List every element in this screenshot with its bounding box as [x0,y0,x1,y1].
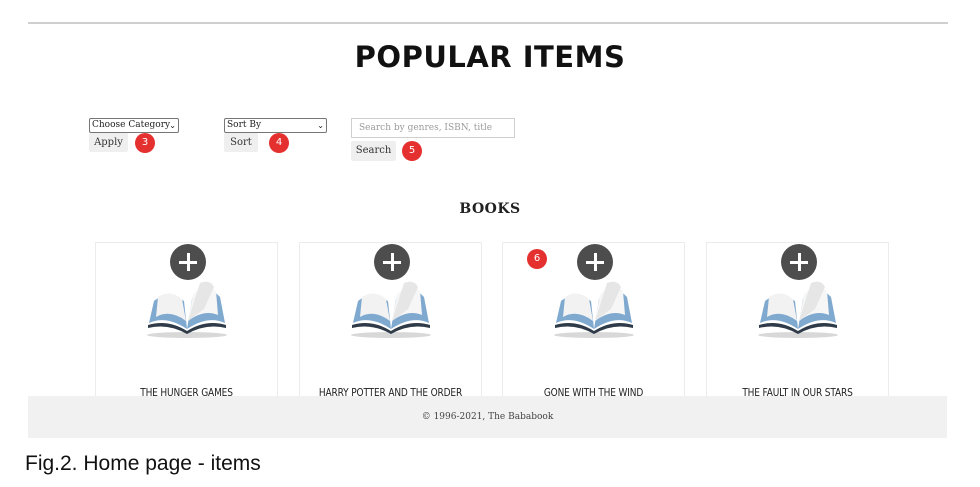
open-book-icon [147,281,227,338]
plus-icon[interactable] [170,244,206,280]
annotation-badge-5: 5 [402,141,422,161]
top-divider [28,22,948,24]
apply-button[interactable]: Apply [89,133,128,152]
chevron-down-icon: ⌄ [169,121,176,130]
open-book-icon [758,281,838,338]
plus-icon[interactable] [577,244,613,280]
sort-select-value: Sort By [227,120,262,130]
plus-icon[interactable] [374,244,410,280]
book-card[interactable]: THE FAULT IN OUR STARS [706,242,889,402]
book-card[interactable]: HARRY POTTER AND THE ORDER [299,242,482,402]
annotation-badge-4: 4 [269,133,289,153]
search-input[interactable]: Search by genres, ISBN, title [351,118,515,138]
annotation-badge-6: 6 [527,249,547,269]
open-book-icon [351,281,431,338]
open-book-icon [554,281,634,338]
page-title: POPULAR ITEMS [354,40,626,74]
category-select[interactable]: Choose Category ⌄ [89,118,179,133]
chevron-down-icon: ⌄ [317,121,324,130]
sort-button[interactable]: Sort [224,133,258,152]
annotation-badge-3: 3 [135,133,155,153]
category-select-value: Choose Category [92,120,171,130]
sort-select[interactable]: Sort By ⌄ [224,118,327,133]
search-button[interactable]: Search [351,141,396,161]
footer: © 1996-2021, The Bababook [28,396,947,438]
section-title: BOOKS [459,201,521,217]
plus-icon[interactable] [781,244,817,280]
figure-caption: Fig.2. Home page - items [25,452,261,475]
book-card[interactable]: THE HUNGER GAMES [95,242,278,402]
